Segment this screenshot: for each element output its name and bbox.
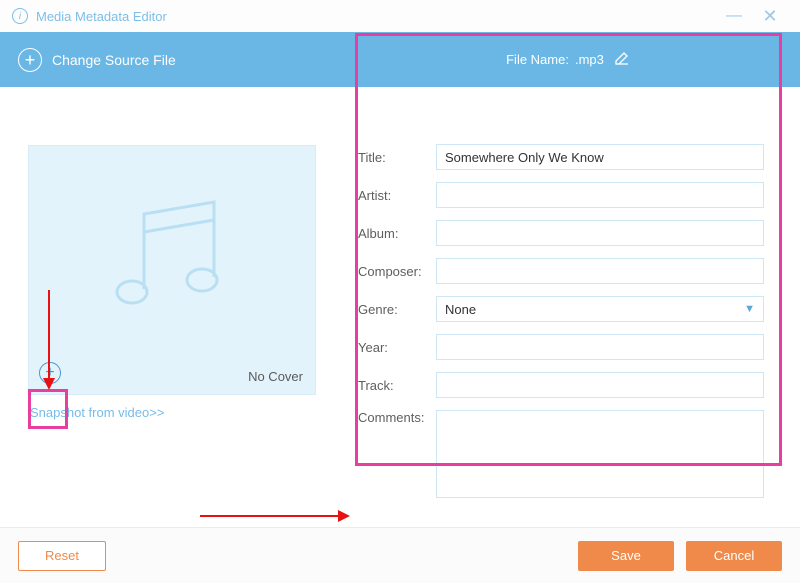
artist-label: Artist: [358, 188, 436, 203]
add-cover-button[interactable]: + [35, 358, 65, 388]
reset-label: Reset [45, 548, 79, 563]
window-title: Media Metadata Editor [36, 9, 167, 24]
cancel-label: Cancel [714, 548, 754, 563]
album-input[interactable] [436, 220, 764, 246]
main-area: + No Cover Snapshot from video>> Title: … [0, 87, 800, 527]
plus-icon: + [39, 362, 61, 384]
genre-select[interactable]: None ▼ [436, 296, 764, 322]
header-bar: + Change Source File File Name: .mp3 [0, 32, 800, 87]
cover-art-box: + No Cover [28, 145, 316, 395]
title-input[interactable] [436, 144, 764, 170]
album-label: Album: [358, 226, 436, 241]
close-button[interactable]: ✕ [752, 6, 788, 27]
year-label: Year: [358, 340, 436, 355]
footer-bar: Reset Save Cancel [0, 527, 800, 583]
music-note-icon [99, 184, 249, 339]
track-input[interactable] [436, 372, 764, 398]
save-button[interactable]: Save [578, 541, 674, 571]
file-name-area: File Name: .mp3 [358, 32, 778, 87]
snapshot-from-video-link[interactable]: Snapshot from video>> [30, 405, 164, 420]
comments-input[interactable] [436, 410, 764, 498]
artist-input[interactable] [436, 182, 764, 208]
genre-label: Genre: [358, 302, 436, 317]
plus-icon: + [18, 48, 42, 72]
track-label: Track: [358, 378, 436, 393]
comments-label: Comments: [358, 410, 436, 425]
save-label: Save [611, 548, 641, 563]
change-source-label: Change Source File [52, 52, 176, 68]
title-label: Title: [358, 150, 436, 165]
edit-file-name-button[interactable] [614, 50, 630, 69]
year-input[interactable] [436, 334, 764, 360]
title-bar: i Media Metadata Editor — ✕ [0, 0, 800, 32]
cancel-button[interactable]: Cancel [686, 541, 782, 571]
composer-label: Composer: [358, 264, 436, 279]
minimize-button[interactable]: — [716, 7, 752, 25]
chevron-down-icon: ▼ [744, 303, 755, 315]
genre-value: None [445, 302, 476, 317]
metadata-form: Title: Artist: Album: Composer: Genre: N… [358, 104, 778, 514]
file-name-label: File Name: [506, 52, 569, 67]
reset-button[interactable]: Reset [18, 541, 106, 571]
change-source-file-button[interactable]: + Change Source File [18, 48, 176, 72]
no-cover-label: No Cover [248, 369, 303, 384]
info-icon: i [12, 8, 28, 24]
file-name-value: .mp3 [575, 52, 604, 67]
composer-input[interactable] [436, 258, 764, 284]
